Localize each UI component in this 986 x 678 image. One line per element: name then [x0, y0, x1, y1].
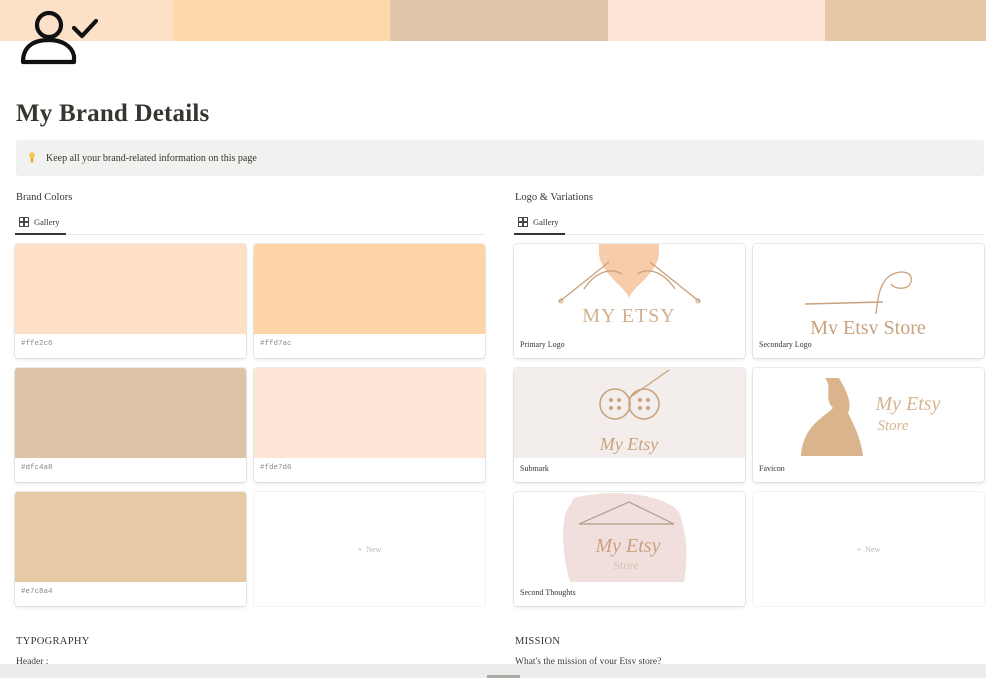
logo-name: Secondary Logo [759, 340, 812, 349]
primary-logo-image: MY ETSY [558, 244, 701, 327]
color-code: #ffd7ac [260, 340, 292, 348]
logo-wordmark: Store [613, 558, 638, 572]
logo-card[interactable]: My Etsy Store Second Thoughts [514, 492, 745, 606]
logo-wordmark: My Etsy Store [810, 317, 926, 334]
color-swatch [15, 492, 246, 582]
cover-swatch [390, 0, 608, 41]
view-divider [15, 234, 485, 235]
tab-active-underline [15, 233, 66, 235]
logo-wordmark: My Etsy [595, 535, 661, 557]
cover-swatch [173, 0, 390, 41]
logo-preview: MY ETSY [514, 244, 745, 334]
new-logo-button[interactable]: + New [753, 492, 984, 606]
color-swatch [15, 368, 246, 458]
color-card[interactable]: #fde7d6 [254, 368, 485, 482]
logo-wordmark: MY ETSY [582, 305, 675, 327]
mission-heading: MISSION [515, 636, 561, 647]
gallery-grid-icon [19, 217, 29, 227]
color-swatch [15, 244, 246, 334]
tab-gallery-brand-colors[interactable]: Gallery [17, 212, 62, 232]
cover-image[interactable] [0, 0, 986, 41]
cover-swatch [608, 0, 825, 41]
view-divider [514, 234, 984, 235]
logo-name: Primary Logo [520, 340, 565, 349]
logo-name: Favicon [759, 464, 785, 473]
logo-preview: My Etsy [514, 368, 745, 458]
page-title[interactable]: My Brand Details [16, 100, 209, 128]
tab-label: Gallery [533, 217, 559, 227]
new-label: New [865, 544, 881, 554]
logo-name: Submark [520, 464, 549, 473]
logo-card[interactable]: My Etsy Store Favicon [753, 368, 984, 482]
second-thoughts-logo-image: My Etsy Store [563, 493, 687, 582]
color-code: #dfc4a8 [21, 464, 53, 472]
callout[interactable]: Keep all your brand-related information … [16, 140, 984, 176]
tab-gallery-logos[interactable]: Gallery [516, 212, 561, 232]
color-card[interactable]: #ffe2c6 [15, 244, 246, 358]
cover-swatch [825, 0, 986, 41]
submark-image: My Etsy [599, 369, 670, 454]
color-swatch [254, 368, 485, 458]
logo-name: Second Thoughts [520, 588, 576, 597]
logo-preview: My Etsy Store [514, 492, 745, 582]
typography-heading: TYPOGRAPHY [16, 636, 90, 647]
plus-icon: + [856, 544, 862, 554]
gallery-grid-icon [518, 217, 528, 227]
logo-card[interactable]: My Etsy Submark [514, 368, 745, 482]
logo-card[interactable]: My Etsy Store Secondary Logo [753, 244, 984, 358]
new-label: New [366, 544, 382, 554]
color-card[interactable]: #ffd7ac [254, 244, 485, 358]
tab-label: Gallery [34, 217, 60, 227]
logo-variations-heading: Logo & Variations [515, 192, 593, 203]
color-swatch [254, 244, 485, 334]
favicon-image: My Etsy Store [801, 378, 941, 456]
color-code: #e7c8a4 [21, 588, 53, 596]
lightbulb-icon [29, 152, 35, 163]
plus-icon: + [357, 544, 363, 554]
callout-text: Keep all your brand-related information … [46, 152, 257, 164]
logo-preview: My Etsy Store [753, 244, 984, 334]
logo-card[interactable]: MY ETSY Primary Logo [514, 244, 745, 358]
color-card[interactable]: #dfc4a8 [15, 368, 246, 482]
logo-preview: My Etsy Store [753, 368, 984, 458]
logo-wordmark: My Etsy [599, 434, 658, 454]
tab-active-underline [514, 233, 565, 235]
user-check-icon[interactable] [18, 4, 102, 68]
color-card[interactable]: #e7c8a4 [15, 492, 246, 606]
secondary-logo-image: My Etsy Store [804, 271, 926, 334]
brand-colors-heading: Brand Colors [16, 192, 73, 203]
logo-wordmark: Store [877, 418, 908, 434]
logo-wordmark: My Etsy [875, 393, 941, 415]
color-code: #fde7d6 [260, 464, 292, 472]
color-code: #ffe2c6 [21, 340, 53, 348]
new-color-button[interactable]: + New [254, 492, 485, 606]
